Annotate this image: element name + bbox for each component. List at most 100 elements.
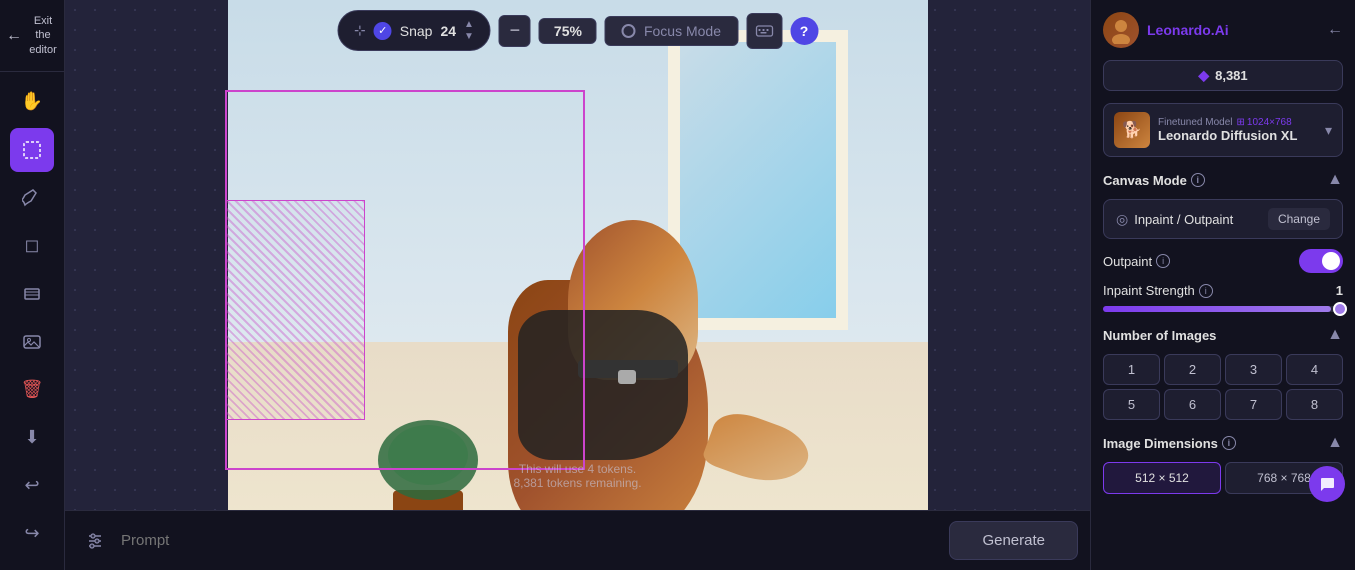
- strength-fill: [1103, 306, 1331, 312]
- bottom-bar: Generate: [65, 510, 1090, 570]
- token-notice: This will use 4 tokens. 8,381 tokens rem…: [513, 462, 641, 490]
- user-header: Leonardo.Ai ←: [1103, 12, 1343, 48]
- collar-tag: [618, 370, 636, 384]
- num-images-5[interactable]: 5: [1103, 389, 1160, 420]
- change-mode-button[interactable]: Change: [1268, 208, 1330, 230]
- exit-arrow-icon: ←: [6, 26, 22, 45]
- back-icon[interactable]: ←: [1327, 21, 1343, 39]
- num-images-title: Number of Images: [1103, 328, 1216, 343]
- inpaint-strength-value: 1: [1336, 283, 1343, 298]
- top-toolbar: ⊹ ✓ Snap 24 ▲ ▼ − 75% Focus Mode: [337, 10, 818, 51]
- token-balance: ◆ 8,381: [1103, 60, 1343, 91]
- avatar: [1103, 12, 1139, 48]
- num-images-7[interactable]: 7: [1225, 389, 1282, 420]
- exit-editor-button[interactable]: ← Exit the editor: [0, 0, 64, 72]
- prompt-input[interactable]: [121, 532, 941, 549]
- download-tool-button[interactable]: ⬇: [10, 416, 54, 460]
- brush-icon: [22, 188, 42, 208]
- num-images-header: Number of Images ▲: [1103, 326, 1343, 344]
- num-images-6[interactable]: 6: [1164, 389, 1221, 420]
- inpaint-strength-row: Inpaint Strength i 1: [1103, 283, 1343, 298]
- dog-vest: [518, 310, 688, 460]
- zoom-minus-button[interactable]: −: [499, 15, 531, 47]
- model-info: Finetuned Model ⊞ 1024×768 Leonardo Diff…: [1158, 117, 1317, 143]
- delete-tool-button[interactable]: 🗑: [10, 368, 54, 412]
- snap-control[interactable]: ⊹ ✓ Snap 24 ▲ ▼: [337, 10, 491, 51]
- focus-mode-button[interactable]: Focus Mode: [605, 16, 738, 46]
- eraser-tool-button[interactable]: ◻: [10, 224, 54, 268]
- help-button[interactable]: ?: [790, 17, 818, 45]
- token-notice-line1: This will use 4 tokens.: [513, 462, 641, 476]
- tool-group: ✋ ◻ 🗑 ⬇ ↩ ↪: [0, 72, 64, 564]
- sliders-button[interactable]: [77, 523, 113, 559]
- image-dimensions-info-icon[interactable]: i: [1222, 436, 1236, 450]
- keyboard-icon: [755, 22, 773, 40]
- generate-button[interactable]: Generate: [949, 521, 1078, 560]
- canvas-mode-collapse-button[interactable]: ▲: [1327, 171, 1343, 189]
- num-images-collapse-button[interactable]: ▲: [1327, 326, 1343, 344]
- model-size: ⊞ 1024×768: [1237, 117, 1292, 128]
- username: Leonardo.Ai: [1147, 22, 1319, 38]
- num-images-4[interactable]: 4: [1286, 354, 1343, 385]
- select-icon: [22, 140, 42, 160]
- outpaint-info-icon[interactable]: i: [1156, 254, 1170, 268]
- model-thumbnail: 🐕: [1114, 112, 1150, 148]
- snap-value: 24: [440, 23, 456, 39]
- chat-icon: [1318, 475, 1336, 493]
- inpaint-strength-slider[interactable]: [1103, 306, 1343, 312]
- num-images-grid: 1 2 3 4 5 6 7 8: [1103, 354, 1343, 420]
- inpaint-strength-info-icon[interactable]: i: [1199, 284, 1213, 298]
- sliders-icon: [85, 531, 105, 551]
- focus-icon: [622, 24, 636, 38]
- undo-tool-button[interactable]: ↩: [10, 464, 54, 508]
- num-images-1[interactable]: 1: [1103, 354, 1160, 385]
- mode-label: Inpaint / Outpaint: [1134, 212, 1262, 227]
- num-images-3[interactable]: 3: [1225, 354, 1282, 385]
- select-tool-button[interactable]: [10, 128, 54, 172]
- outpaint-label: Outpaint i: [1103, 254, 1170, 269]
- finetuned-label: Finetuned Model: [1158, 117, 1233, 128]
- dog-body-group: [508, 220, 748, 540]
- left-toolbar: ← Exit the editor ✋ ◻: [0, 0, 65, 570]
- brush-tool-button[interactable]: [10, 176, 54, 220]
- snap-icon: ⊹: [354, 22, 366, 39]
- image-dimensions-collapse-button[interactable]: ▲: [1327, 434, 1343, 452]
- canvas-mode-header: Canvas Mode i ▲: [1103, 171, 1343, 189]
- canvas-background[interactable]: ⊹ ✓ Snap 24 ▲ ▼ − 75% Focus Mode: [65, 0, 1090, 570]
- mode-row: ◎ Inpaint / Outpaint Change: [1103, 199, 1343, 239]
- num-images-8[interactable]: 8: [1286, 389, 1343, 420]
- snap-label: Snap: [400, 23, 433, 39]
- model-size-icon: ⊞: [1237, 117, 1245, 128]
- layers-tool-button[interactable]: [10, 272, 54, 316]
- plant-top2: [388, 425, 468, 485]
- dim-512x512[interactable]: 512 × 512: [1103, 462, 1221, 494]
- redo-tool-button[interactable]: ↪: [10, 512, 54, 556]
- chat-bubble-button[interactable]: [1309, 466, 1345, 502]
- image-dimensions-header: Image Dimensions i ▲: [1103, 434, 1343, 452]
- inpaint-strength-label: Inpaint Strength i: [1103, 283, 1213, 298]
- layers-icon: [22, 284, 42, 304]
- model-selector[interactable]: 🐕 Finetuned Model ⊞ 1024×768 Leonardo Di…: [1103, 103, 1343, 157]
- focus-mode-label: Focus Mode: [644, 23, 721, 39]
- token-value: 8,381: [1215, 68, 1248, 83]
- token-icon: ◆: [1198, 67, 1209, 84]
- model-dropdown-icon: ▾: [1325, 122, 1332, 139]
- image-tool-button[interactable]: [10, 320, 54, 364]
- hand-tool-button[interactable]: ✋: [10, 80, 54, 124]
- token-notice-line2: 8,381 tokens remaining.: [513, 476, 641, 490]
- strength-thumb: [1333, 302, 1347, 316]
- model-category-label: Finetuned Model ⊞ 1024×768: [1158, 117, 1317, 128]
- zoom-display: 75%: [539, 18, 597, 44]
- outpaint-toggle[interactable]: [1299, 249, 1343, 273]
- outpaint-row: Outpaint i: [1103, 249, 1343, 273]
- snap-check-icon: ✓: [374, 22, 392, 40]
- image-icon: [22, 332, 42, 352]
- keyboard-shortcuts-button[interactable]: [746, 13, 782, 49]
- snap-stepper[interactable]: ▲ ▼: [464, 19, 474, 42]
- image-dimensions-title: Image Dimensions i: [1103, 436, 1236, 451]
- canvas-mode-info-icon[interactable]: i: [1191, 173, 1205, 187]
- canvas-area: ⊹ ✓ Snap 24 ▲ ▼ − 75% Focus Mode: [65, 0, 1090, 570]
- num-images-2[interactable]: 2: [1164, 354, 1221, 385]
- exit-label: Exit the editor: [28, 14, 58, 57]
- dog-collar: [578, 360, 678, 378]
